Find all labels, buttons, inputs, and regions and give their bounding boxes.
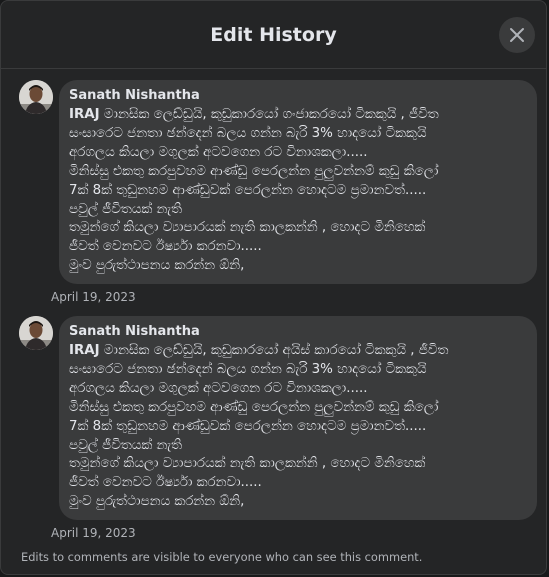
edit-date: April 19, 2023 bbox=[51, 290, 136, 304]
comment-text-line: අරගලය කියලා මගුලක් අටවගෙන රට විනාශකලා...… bbox=[69, 144, 368, 160]
profile-photo bbox=[19, 316, 53, 350]
comment-text-line: පවුල් ජීවිතයක් නැති bbox=[69, 437, 182, 453]
comment-text-fragment: මානසික ලෙඩ්ඩුයි, කුඩුකාරයෝ ගංජාකරයෝ ටිකක… bbox=[103, 107, 439, 122]
dialog-header: Edit History bbox=[1, 1, 546, 69]
comment-text-line: මුංව පුරුත්ථාපනය කරන්න ඕනි, bbox=[69, 494, 245, 510]
comment-text-line: IRAJ මානසික ලෙඩ්ඩුයි, කුඩුකාරයෝ ගංජාකරයෝ… bbox=[69, 106, 527, 125]
avatar[interactable] bbox=[19, 316, 53, 350]
comment-text-line: මිනිස්සු එකතු කරපුවහම ආණ්ඩු පෙරලන්න පුලු… bbox=[69, 399, 439, 415]
comment-text-line: ජීවත් වෙනවට ඊර්ෂ්‍යා කරනවා..... bbox=[69, 239, 262, 255]
visibility-note: Edits to comments are visible to everyon… bbox=[21, 550, 423, 564]
comment-bubble: Sanath Nishantha IRAJ මානසික ලෙඩ්ඩුයි, ක… bbox=[59, 80, 537, 285]
comment-first-word: IRAJ bbox=[69, 343, 100, 358]
comment-text-line: 7ක් 8ක් තුඩුනහම ආණ්ඩුවක් පෙරලන්න හොදටම ප… bbox=[69, 418, 427, 434]
comment-text-fragment: මානසික ලෙඩ්ඩුයි, කුඩුකාරයෝ අයිස් කාරයෝ ට… bbox=[103, 343, 449, 358]
close-icon bbox=[510, 28, 524, 42]
comment-bubble: Sanath Nishantha IRAJ මානසික ලෙඩ්ඩුයි, ක… bbox=[59, 316, 537, 521]
comment-text-line: අරගලය කියලා මගුලක් අටවගෙන රට විනාශකලා...… bbox=[69, 380, 368, 396]
comment-text-line: IRAJ මානසික ලෙඩ්ඩුයි, කුඩුකාරයෝ අයිස් කා… bbox=[69, 342, 527, 361]
avatar[interactable] bbox=[19, 80, 53, 114]
comment-text-line: තමුන්ගේ කියලා ව්‍යාපාරයක් නැති කාලකන්නි … bbox=[69, 456, 426, 472]
comment-first-word: IRAJ bbox=[69, 107, 100, 122]
comment-text-line: මිනිස්සු එකතු කරපුවහම ආණ්ඩු පෙරලන්න පුලු… bbox=[69, 163, 439, 179]
comment-author[interactable]: Sanath Nishantha bbox=[69, 323, 527, 341]
comment-text-line: සංසාරෙට ජනතා ඡන්දෙන් බලය ගන්න බැරි 3% හා… bbox=[69, 125, 427, 141]
comment-text-line: ජීවත් වෙනවට ඊර්ෂ්‍යා කරනවා..... bbox=[69, 475, 262, 491]
profile-photo bbox=[19, 80, 53, 114]
comment-text-line: පවුල් ජීවිතයක් නැති bbox=[69, 201, 182, 217]
comment-text-line: මුංව පුරුත්ථාපනය කරන්න ඕනි, bbox=[69, 258, 245, 274]
edit-history-dialog: Edit History Sanath Nishantha IRAJ මානසි… bbox=[0, 0, 547, 575]
edit-date: April 19, 2023 bbox=[51, 526, 136, 540]
comment-author[interactable]: Sanath Nishantha bbox=[69, 87, 527, 105]
close-button[interactable] bbox=[499, 17, 535, 53]
comment-text-line: තමුන්ගේ කියලා ව්‍යාපාරයක් නැති කාලකන්නි … bbox=[69, 220, 426, 236]
dialog-title: Edit History bbox=[210, 24, 337, 46]
comment-text-line: 7ක් 8ක් තුඩුනහම ආණ්ඩුවක් පෙරලන්න හොදටම ප… bbox=[69, 182, 427, 198]
comment-text-line: සංසාරෙට ජනතා ඡන්දෙන් බලය ගන්න බැරි 3% හා… bbox=[69, 361, 427, 377]
